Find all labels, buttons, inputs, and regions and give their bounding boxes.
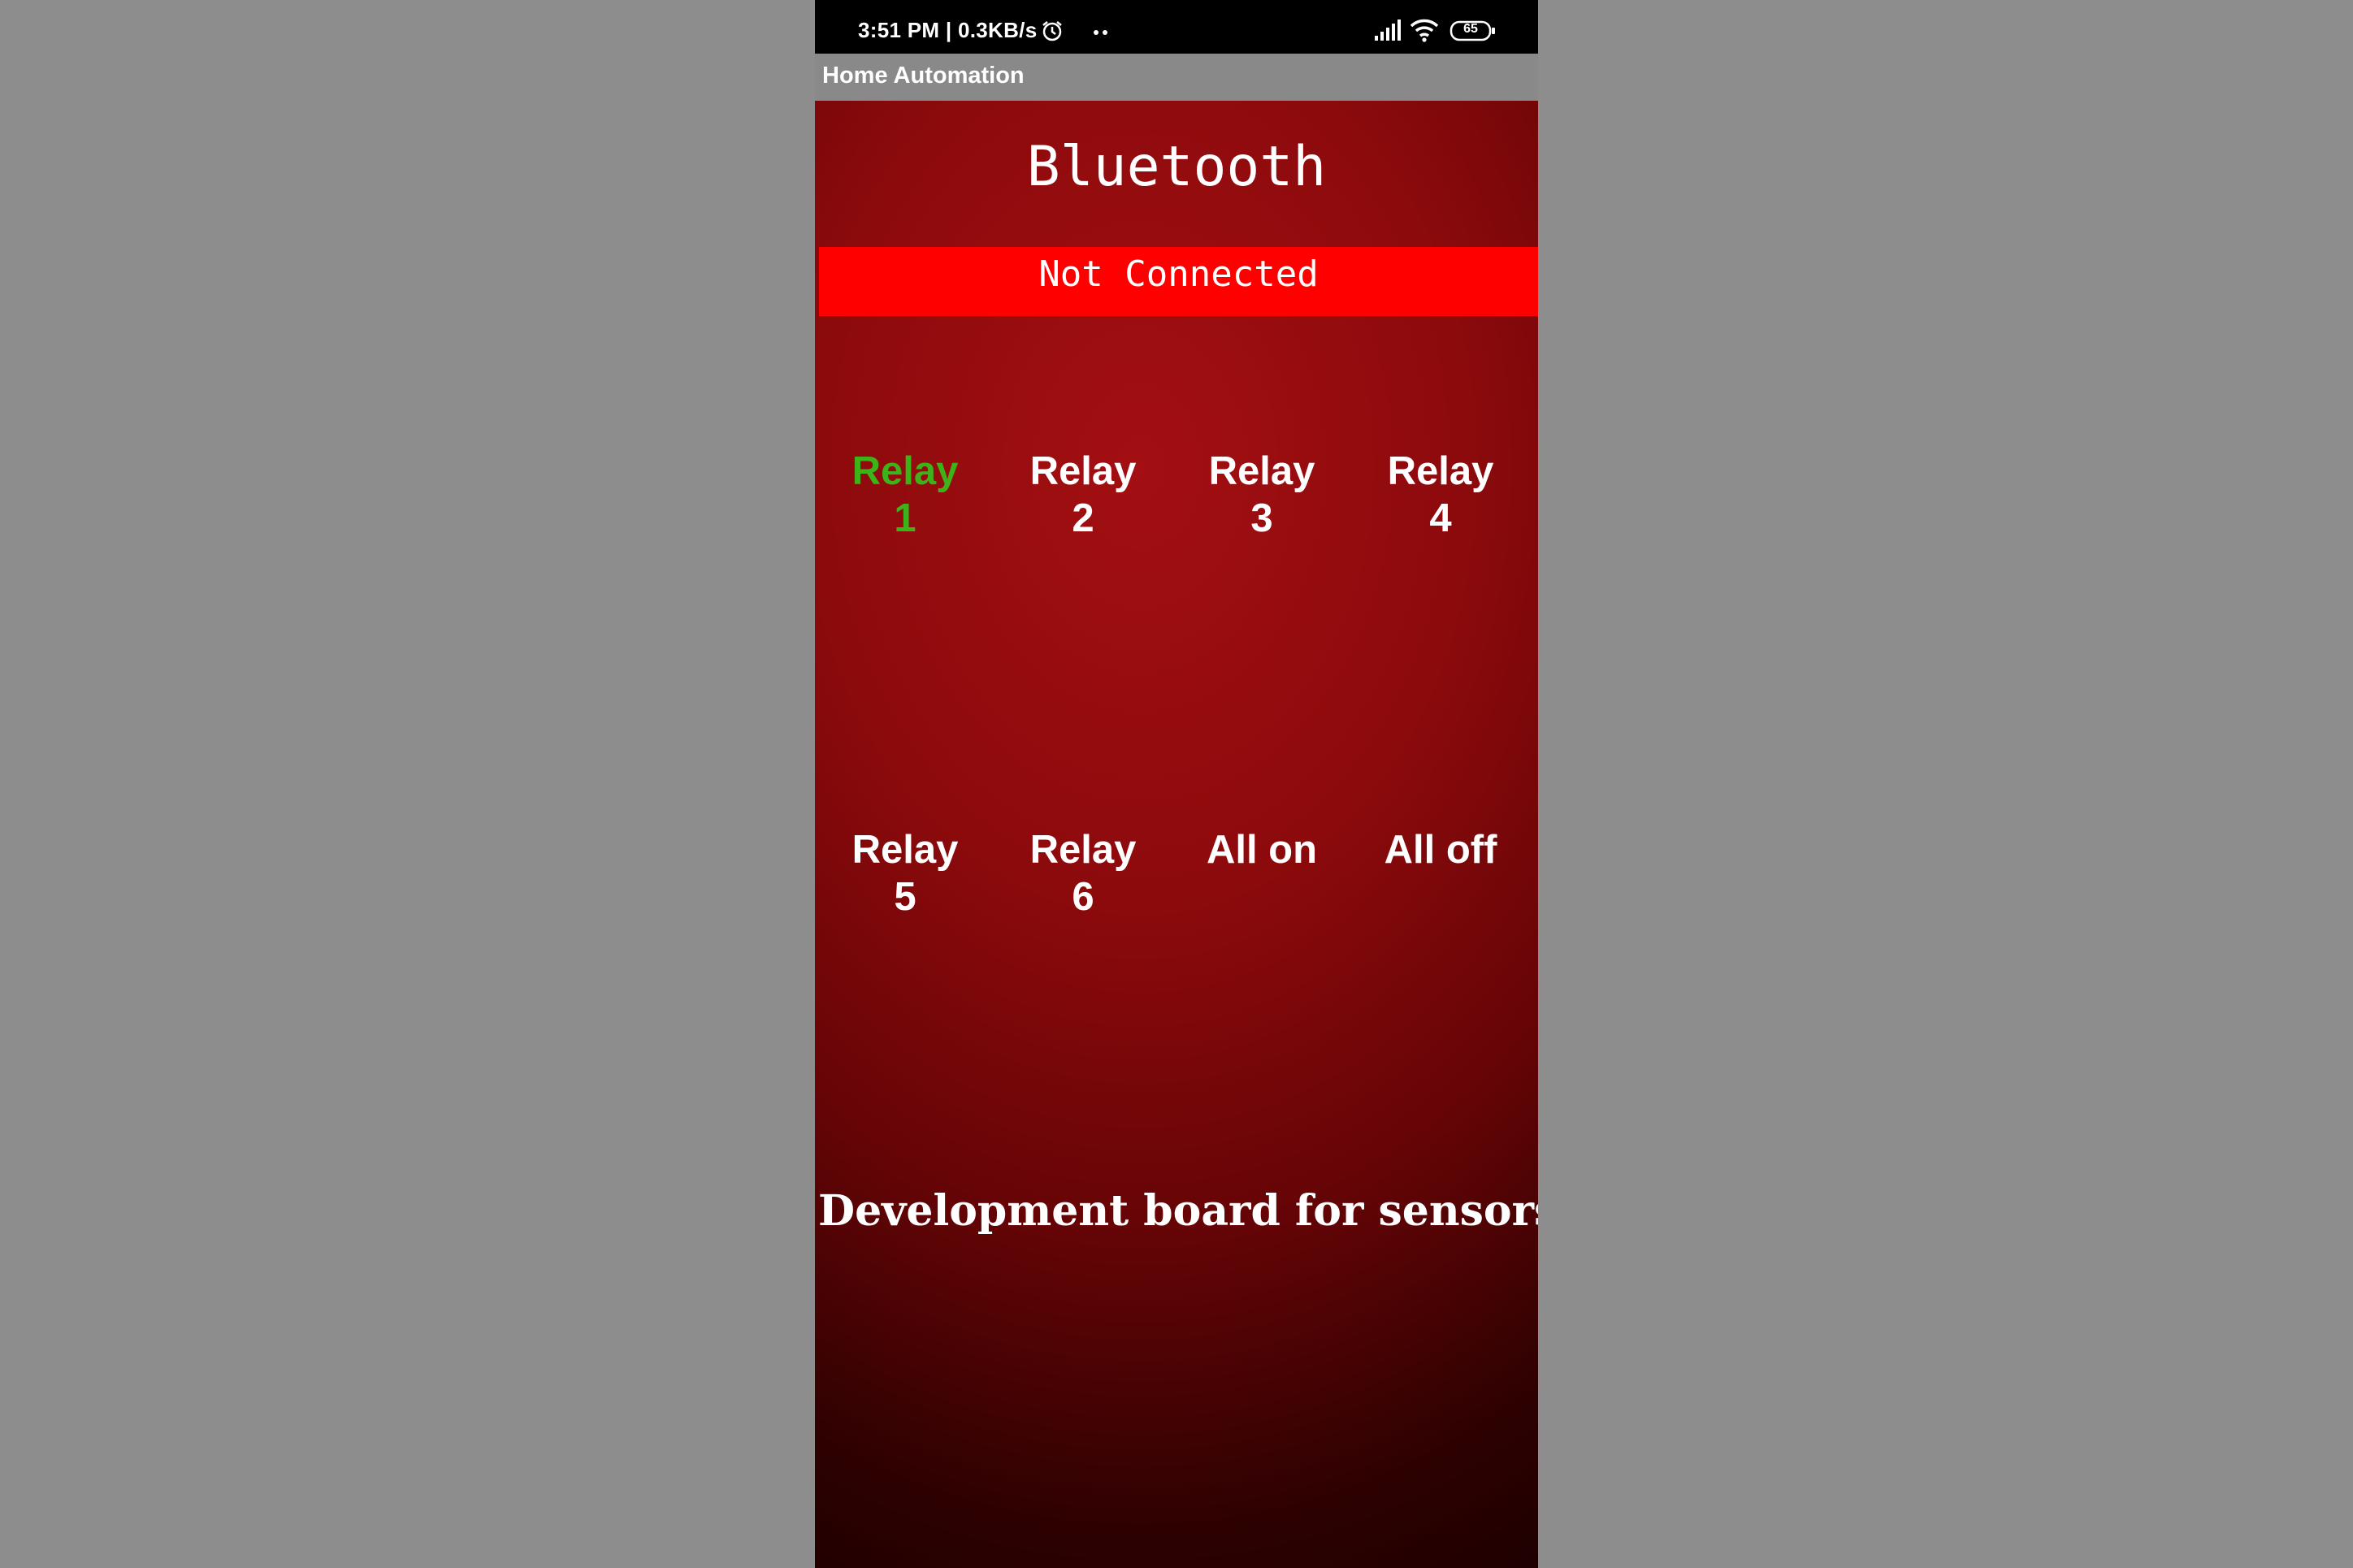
relay-3-button[interactable]: Relay 3: [1172, 448, 1351, 594]
button-label-line1: Relay: [1029, 449, 1137, 493]
button-label-line1: Relay: [852, 449, 959, 493]
button-label-line2: 5: [894, 875, 916, 919]
signal-icon: [1375, 19, 1401, 41]
wifi-icon: [1410, 19, 1439, 42]
all-off-button[interactable]: All off: [1351, 826, 1530, 972]
more-dots-icon: [1094, 30, 1107, 35]
app-title: Home Automation: [822, 63, 1025, 89]
button-label-line2: 2: [1072, 496, 1094, 540]
button-label-line1: Relay: [1208, 449, 1315, 493]
page-title: Bluetooth: [1026, 135, 1327, 199]
relay-5-button[interactable]: Relay 5: [816, 826, 994, 972]
all-on-button[interactable]: All on: [1172, 826, 1351, 972]
button-label-line2: 1: [894, 496, 916, 540]
footer-caption: Development board for sensors: [818, 1186, 1538, 1236]
button-label-line2: 4: [1429, 496, 1452, 540]
button-label-line1: Relay: [1387, 449, 1494, 493]
main-content: Bluetooth Not Connected Relay 1 Relay 2 …: [815, 101, 1538, 1568]
relay-1-button[interactable]: Relay 1: [816, 448, 994, 594]
phone-screen: 3:51 PM | 0.3KB/s 65 Home Automation Blu…: [815, 0, 1538, 1568]
relay-6-button[interactable]: Relay 6: [994, 826, 1172, 972]
alarm-icon: [1042, 21, 1062, 41]
status-bar: 3:51 PM | 0.3KB/s 65: [815, 0, 1538, 54]
button-label-line1: All on: [1206, 828, 1318, 872]
app-bar: Home Automation: [815, 54, 1538, 101]
status-time-speed: 3:51 PM | 0.3KB/s: [858, 18, 1038, 42]
button-label-line2: 3: [1250, 496, 1273, 540]
button-label-line1: All off: [1384, 828, 1497, 872]
button-label-line1: Relay: [1029, 828, 1137, 872]
battery-level: 65: [1463, 22, 1478, 36]
connection-status-banner: Not Connected: [819, 247, 1538, 316]
connection-status-text: Not Connected: [1038, 253, 1319, 295]
relay-2-button[interactable]: Relay 2: [994, 448, 1172, 594]
relay-4-button[interactable]: Relay 4: [1351, 448, 1530, 594]
button-label-line2: 6: [1072, 875, 1094, 919]
button-label-line1: Relay: [852, 828, 959, 872]
